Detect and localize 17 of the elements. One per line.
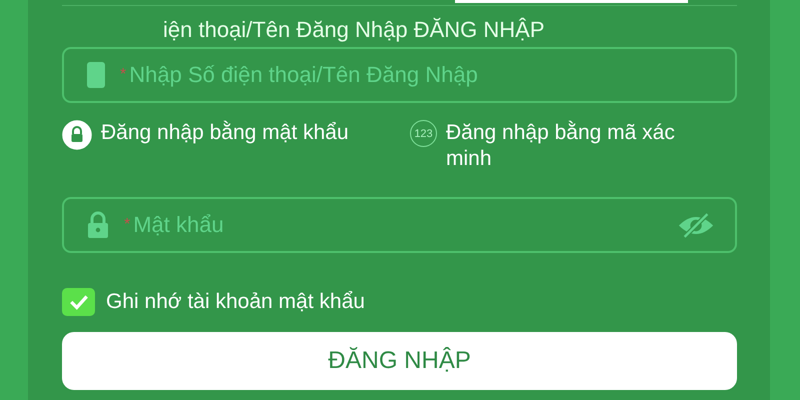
lock-icon xyxy=(62,120,92,150)
remember-checkbox[interactable] xyxy=(62,288,95,316)
code-badge: 123 xyxy=(410,120,437,147)
phone-icon xyxy=(86,61,106,89)
lock-icon xyxy=(86,211,110,239)
login-mode-option[interactable]: 123 Đăng nhập bằng mã xác minh xyxy=(410,120,710,175)
username-input[interactable]: Nhập Số điện thoại/Tên Đăng Nhập xyxy=(129,62,713,88)
login-mode-option[interactable]: Đăng nhập bằng mật khẩu xyxy=(62,120,410,175)
login-button[interactable]: ĐĂNG NHẬP xyxy=(62,332,737,390)
login-mode-label: Đăng nhập bằng mật khẩu xyxy=(101,120,349,146)
login-mode-label: Đăng nhập bằng mã xác minh xyxy=(446,120,676,172)
eye-slash-icon[interactable] xyxy=(677,212,715,238)
form-heading: iện thoại/Tên Đăng Nhập ĐĂNG NHẬP xyxy=(163,17,546,44)
required-mark: * xyxy=(124,216,130,234)
required-mark: * xyxy=(120,66,126,84)
remember-label: Ghi nhớ tài khoản mật khẩu xyxy=(106,290,365,314)
password-input[interactable]: Mật khẩu xyxy=(133,212,677,238)
